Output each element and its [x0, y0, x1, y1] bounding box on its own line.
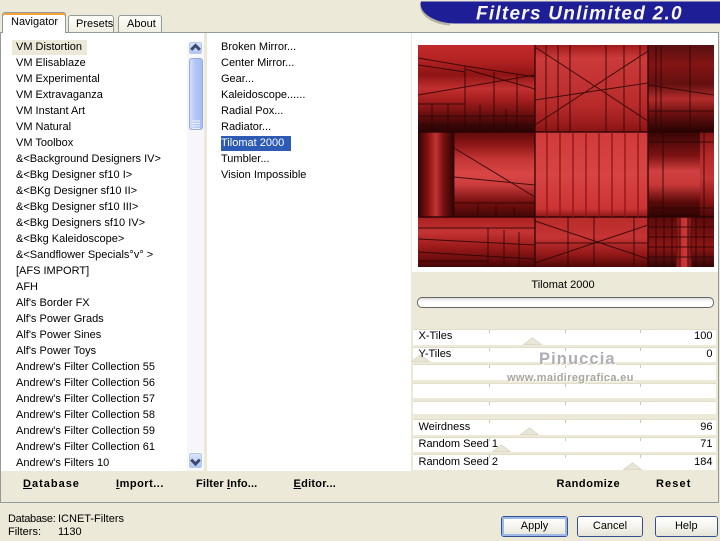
svg-text:Filters Unlimited 2.0: Filters Unlimited 2.0 [476, 4, 683, 25]
